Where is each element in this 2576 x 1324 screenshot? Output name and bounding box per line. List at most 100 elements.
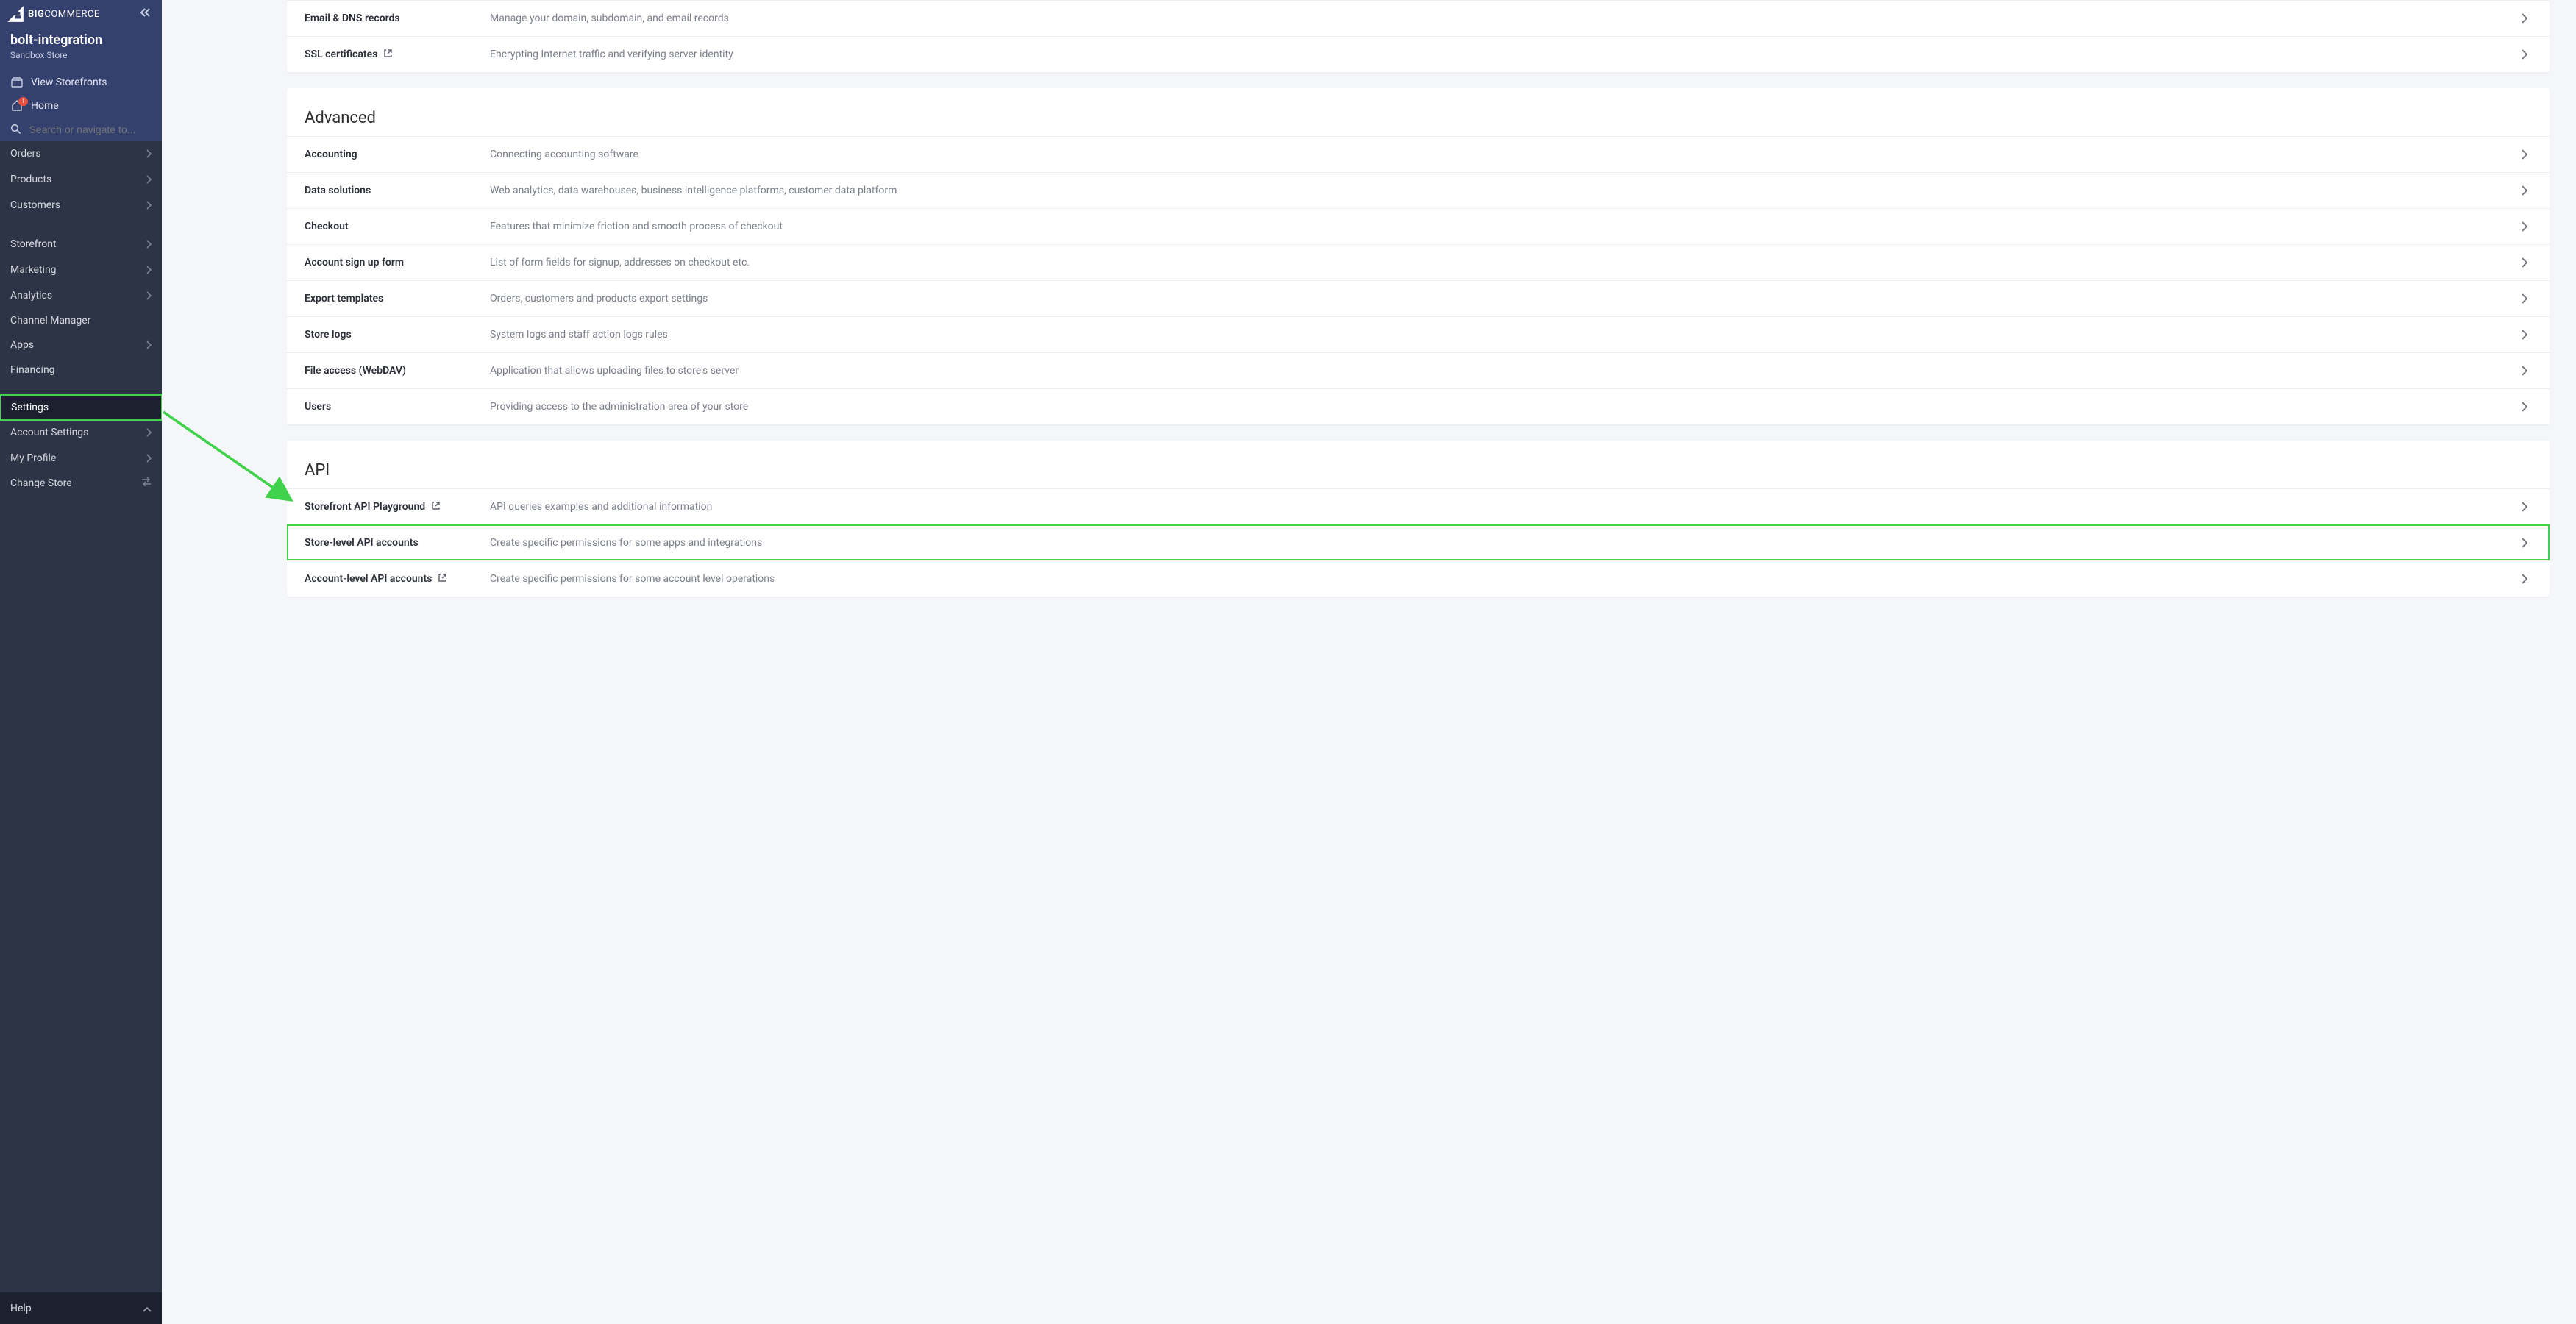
settings-row-label: Data solutions [305,185,490,196]
chevron-right-icon [2516,534,2532,552]
nav-item-account-settings[interactable]: Account Settings [0,420,162,446]
nav-item-financing[interactable]: Financing [0,358,162,382]
settings-section: Email & DNS recordsManage your domain, s… [287,0,2550,72]
settings-row-account-sign-up-form[interactable]: Account sign up formList of form fields … [287,244,2550,280]
settings-row-description: Web analytics, data warehouses, business… [490,185,2516,196]
section-title: Advanced [287,88,2550,136]
home-label: Home [31,100,59,112]
search-input[interactable] [29,124,152,135]
settings-row-storefront-api-playground[interactable]: Storefront API PlaygroundAPI queries exa… [287,488,2550,524]
settings-row-description: List of form fields for signup, addresse… [490,257,2516,268]
nav-item-label: Customers [10,199,146,211]
chevron-right-icon [146,452,152,466]
settings-row-description: Manage your domain, subdomain, and email… [490,13,2516,24]
settings-row-accounting[interactable]: AccountingConnecting accounting software [287,136,2550,172]
chevron-right-icon [2516,182,2532,199]
nav-item-label: Marketing [10,264,146,276]
settings-row-description: System logs and staff action logs rules [490,329,2516,341]
nav-item-storefront[interactable]: Storefront [0,232,162,257]
home-link[interactable]: 1 Home [0,94,162,118]
store-name: bolt-integration [10,32,152,49]
settings-row-description: Application that allows uploading files … [490,365,2516,377]
primary-nav: Orders Products Customers Storefront Marketi… [0,141,162,1292]
nav-item-label: Account Settings [10,427,146,438]
settings-row-description: Connecting accounting software [490,149,2516,160]
chevron-right-icon [146,147,152,161]
settings-row-users[interactable]: UsersProviding access to the administrat… [287,388,2550,424]
nav-item-apps[interactable]: Apps [0,332,162,358]
help-label: Help [10,1303,32,1314]
nav-item-analytics[interactable]: Analytics [0,283,162,309]
settings-row-label: Users [305,401,490,413]
settings-row-description: Encrypting Internet traffic and verifyin… [490,49,2516,60]
chevron-right-icon [146,289,152,303]
brand-mark-icon [6,4,25,24]
settings-row-label: Account-level API accounts [305,573,490,586]
settings-row-data-solutions[interactable]: Data solutionsWeb analytics, data wareho… [287,172,2550,208]
nav-item-customers[interactable]: Customers [0,193,162,218]
nav-item-products[interactable]: Products [0,167,162,193]
nav-item-change-store[interactable]: Change Store [0,471,162,495]
settings-row-label: Account sign up form [305,257,490,268]
settings-row-description: Create specific permissions for some acc… [490,573,2516,585]
section-title: API [287,441,2550,488]
nav-item-label: Orders [10,148,146,160]
sidebar-search[interactable] [0,118,162,141]
sidebar: BIGCOMMERCE bolt-integration Sandbox Sto… [0,0,162,1324]
nav-item-label: Analytics [10,290,146,302]
settings-row-label: File access (WebDAV) [305,365,490,377]
sidebar-header: BIGCOMMERCE bolt-integration Sandbox Sto… [0,0,162,141]
view-storefronts-link[interactable]: View Storefronts [0,71,162,94]
chevron-right-icon [2516,46,2532,63]
main-content: Email & DNS recordsManage your domain, s… [162,0,2576,1324]
nav-item-label: Storefront [10,238,146,250]
settings-row-description: Orders, customers and products export se… [490,293,2516,305]
chevron-right-icon [146,238,152,252]
settings-row-label: Store logs [305,329,490,341]
settings-row-ssl-certificates[interactable]: SSL certificatesEncrypting Internet traf… [287,36,2550,72]
nav-item-channel-manager[interactable]: Channel Manager [0,309,162,332]
nav-item-orders[interactable]: Orders [0,141,162,167]
chevron-right-icon [2516,398,2532,416]
settings-row-label: Accounting [305,149,490,160]
nav-item-label: Channel Manager [10,315,152,327]
chevron-double-left-icon [140,7,152,18]
settings-row-label: Email & DNS records [305,13,490,24]
chevron-right-icon [146,338,152,352]
home-badge: 1 [18,97,28,106]
settings-row-description: Features that minimize friction and smoo… [490,221,2516,232]
chevron-right-icon [146,199,152,213]
settings-row-label: Export templates [305,293,490,305]
chevron-right-icon [2516,570,2532,588]
collapse-sidebar-button[interactable] [140,7,152,21]
nav-item-my-profile[interactable]: My Profile [0,446,162,471]
chevron-right-icon [146,173,152,187]
help-link[interactable]: Help [0,1292,162,1324]
nav-item-label: Apps [10,339,146,351]
settings-row-description: Providing access to the administration a… [490,401,2516,413]
chevron-right-icon [146,426,152,440]
settings-row-file-access-webdav-[interactable]: File access (WebDAV)Application that all… [287,352,2550,388]
settings-row-label: Storefront API Playground [305,501,490,513]
settings-row-store-logs[interactable]: Store logsSystem logs and staff action l… [287,316,2550,352]
home-icon: 1 [10,100,24,111]
settings-row-account-level-api-accounts[interactable]: Account-level API accountsCreate specifi… [287,560,2550,597]
store-selector[interactable]: bolt-integration Sandbox Store [0,25,162,71]
settings-row-store-level-api-accounts[interactable]: Store-level API accountsCreate specific … [287,524,2550,560]
settings-row-label: Store-level API accounts [305,537,490,549]
nav-item-label: My Profile [10,452,146,464]
settings-row-email-dns-records[interactable]: Email & DNS recordsManage your domain, s… [287,0,2550,36]
settings-row-checkout[interactable]: CheckoutFeatures that minimize friction … [287,208,2550,244]
brand-text-1: BIG [28,9,44,20]
settings-row-export-templates[interactable]: Export templatesOrders, customers and pr… [287,280,2550,316]
nav-item-marketing[interactable]: Marketing [0,257,162,283]
nav-item-settings[interactable]: Settings [0,394,162,421]
settings-row-label: SSL certificates [305,49,490,61]
nav-item-label: Financing [10,364,152,376]
settings-section-api: APIStorefront API PlaygroundAPI queries … [287,441,2550,597]
chevron-right-icon [2516,218,2532,235]
chevron-right-icon [2516,254,2532,271]
external-link-icon [431,501,441,513]
search-icon [10,124,22,135]
brand-text-2: COMMERCE [44,9,99,20]
